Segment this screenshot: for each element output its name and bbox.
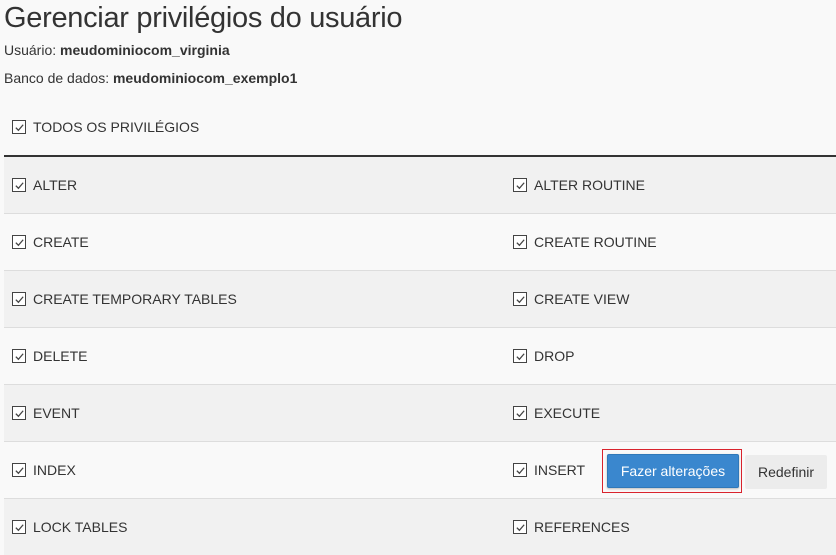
checkbox-checked-icon[interactable] — [12, 406, 26, 420]
checkbox-checked-icon[interactable] — [513, 178, 527, 192]
privilege-checkbox-create-temporary-tables[interactable]: CREATE TEMPORARY TABLES — [4, 271, 237, 327]
checkbox-checked-icon[interactable] — [12, 120, 26, 134]
database-label: Banco de dados: — [4, 70, 110, 86]
privilege-label: ALTER ROUTINE — [534, 177, 645, 193]
privilege-checkbox-alter-routine[interactable]: ALTER ROUTINE — [505, 157, 645, 213]
privilege-label: INSERT — [534, 462, 586, 478]
checkbox-checked-icon[interactable] — [12, 463, 26, 477]
user-label: Usuário: — [4, 42, 57, 58]
checkbox-checked-icon[interactable] — [12, 178, 26, 192]
privilege-checkbox-execute[interactable]: EXECUTE — [505, 385, 600, 441]
privilege-checkbox-create-routine[interactable]: CREATE ROUTINE — [505, 214, 657, 270]
privilege-label: ALTER — [33, 177, 78, 193]
privilege-row: LOCK TABLES REFERENCES — [4, 499, 836, 555]
checkbox-checked-icon[interactable] — [12, 349, 26, 363]
checkbox-checked-icon[interactable] — [513, 406, 527, 420]
all-privileges-checkbox[interactable]: TODOS OS PRIVILÉGIOS — [4, 116, 199, 138]
privilege-label: EXECUTE — [534, 405, 601, 421]
privilege-checkbox-lock-tables[interactable]: LOCK TABLES — [4, 499, 127, 555]
database-value: meudominiocom_exemplo1 — [112, 70, 298, 86]
database-info: Banco de dados: meudominiocom_exemplo1 — [4, 70, 297, 86]
privilege-label: CREATE — [33, 234, 89, 250]
highlight-box: Fazer alterações — [602, 449, 742, 493]
privilege-label: INDEX — [33, 462, 76, 478]
checkbox-checked-icon[interactable] — [513, 235, 527, 249]
privilege-checkbox-delete[interactable]: DELETE — [4, 328, 87, 384]
privileges-table: ALTER ALTER ROUTINE CREATE CREATE ROUTIN… — [4, 157, 836, 555]
privilege-label: CREATE VIEW — [534, 291, 630, 307]
privilege-row: DELETE DROP — [4, 328, 836, 385]
privilege-checkbox-references[interactable]: REFERENCES — [505, 499, 630, 555]
checkbox-checked-icon[interactable] — [12, 520, 26, 534]
privilege-label: LOCK TABLES — [33, 519, 128, 535]
save-changes-button[interactable]: Fazer alterações — [607, 454, 739, 488]
privilege-label: CREATE TEMPORARY TABLES — [33, 291, 237, 307]
privilege-row: CREATE TEMPORARY TABLES CREATE VIEW — [4, 271, 836, 328]
privilege-row: INDEX INSERT Fazer alterações Redefinir — [4, 442, 836, 499]
all-privileges-label: TODOS OS PRIVILÉGIOS — [33, 119, 200, 135]
privilege-checkbox-alter[interactable]: ALTER — [4, 157, 77, 213]
checkbox-checked-icon[interactable] — [12, 235, 26, 249]
reset-button[interactable]: Redefinir — [745, 455, 827, 489]
privilege-label: EVENT — [33, 405, 80, 421]
privilege-row: EVENT EXECUTE — [4, 385, 836, 442]
privilege-checkbox-insert[interactable]: INSERT — [505, 442, 585, 498]
user-value: meudominiocom_virginia — [60, 42, 230, 58]
privilege-row: CREATE CREATE ROUTINE — [4, 214, 836, 271]
manage-privileges-page: Gerenciar privilégios do usuário Usuário… — [0, 0, 836, 555]
privilege-label: CREATE ROUTINE — [534, 234, 657, 250]
checkbox-checked-icon[interactable] — [12, 292, 26, 306]
privilege-label: DROP — [534, 348, 575, 364]
privilege-row: ALTER ALTER ROUTINE — [4, 157, 836, 214]
privilege-checkbox-create[interactable]: CREATE — [4, 214, 89, 270]
checkbox-checked-icon[interactable] — [513, 463, 527, 477]
user-info: Usuário: meudominiocom_virginia — [4, 42, 230, 58]
checkbox-checked-icon[interactable] — [513, 349, 527, 363]
checkbox-checked-icon[interactable] — [513, 520, 527, 534]
privilege-checkbox-event[interactable]: EVENT — [4, 385, 80, 441]
checkbox-checked-icon[interactable] — [513, 292, 527, 306]
privilege-checkbox-create-view[interactable]: CREATE VIEW — [505, 271, 629, 327]
page-title: Gerenciar privilégios do usuário — [4, 2, 403, 34]
privilege-label: DELETE — [33, 348, 88, 364]
privilege-label: REFERENCES — [534, 519, 630, 535]
privilege-checkbox-drop[interactable]: DROP — [505, 328, 574, 384]
privilege-checkbox-index[interactable]: INDEX — [4, 442, 76, 498]
